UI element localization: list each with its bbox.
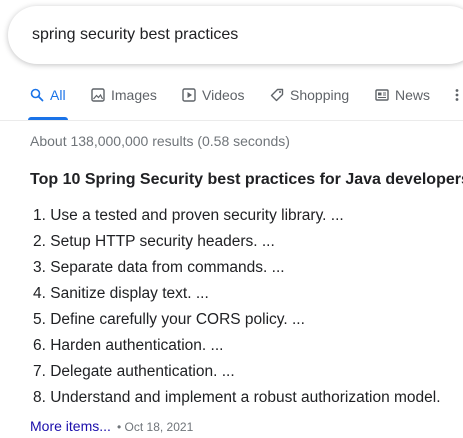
tab-videos-label: Videos <box>202 87 245 103</box>
more-items-link[interactable]: More items... <box>30 418 111 434</box>
list-item: 2. Setup HTTP security headers. ... <box>33 233 275 250</box>
featured-snippet-list: 1. Use a tested and proven security libr… <box>33 203 441 411</box>
play-icon <box>182 88 196 102</box>
more-tabs-button[interactable] <box>455 84 459 120</box>
tab-all[interactable]: All <box>28 84 68 120</box>
tabs-divider <box>0 120 463 121</box>
image-icon <box>91 88 105 102</box>
tab-shopping[interactable]: Shopping <box>270 84 349 120</box>
list-item: 3. Separate data from commands. ... <box>33 259 285 276</box>
tab-news-label: News <box>395 87 431 103</box>
tab-images[interactable]: Images <box>91 84 157 120</box>
search-icon <box>30 88 44 102</box>
newspaper-icon <box>375 89 389 101</box>
tab-shopping-label: Shopping <box>290 87 350 103</box>
kebab-menu-icon <box>455 89 459 101</box>
tab-videos[interactable]: Videos <box>182 84 245 120</box>
list-item: 1. Use a tested and proven security libr… <box>33 207 344 224</box>
search-tabs: All Images Videos Shopping News <box>0 84 463 120</box>
featured-snippet-title[interactable]: Top 10 Spring Security best practices fo… <box>30 171 463 189</box>
tab-all-label: All <box>50 87 66 103</box>
list-item: 6. Harden authentication. ... <box>33 337 224 354</box>
list-item: 8. Understand and implement a robust aut… <box>33 389 441 406</box>
list-item: 5. Define carefully your CORS policy. ..… <box>33 311 305 328</box>
list-item: 4. Sanitize display text. ... <box>33 285 209 302</box>
search-input[interactable] <box>32 23 432 47</box>
list-item: 7. Delegate authentication. ... <box>33 363 235 380</box>
tag-icon <box>270 88 284 102</box>
tab-images-label: Images <box>111 87 157 103</box>
search-bar[interactable] <box>8 6 463 64</box>
result-stats: About 138,000,000 results (0.58 seconds) <box>30 133 290 149</box>
tab-news[interactable]: News <box>375 84 430 120</box>
snippet-date: • Oct 18, 2021 <box>117 420 194 434</box>
